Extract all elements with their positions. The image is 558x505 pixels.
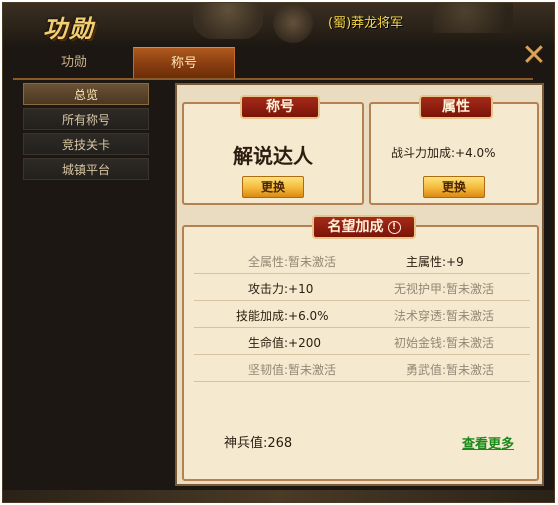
stat-value: 暂未激活 <box>446 363 495 377</box>
prestige-row: 生命值: +200 初始金钱: 暂未激活 <box>194 328 530 355</box>
window-title: 功勋 <box>43 15 95 43</box>
divine-weapon-value: 神兵值:268 <box>224 436 293 451</box>
attribute-card: 属性 战斗力加成:+4.0% 更换 <box>369 95 539 205</box>
sidebar: 总览 所有称号 竞技关卡 城镇平台 <box>23 83 149 183</box>
sidebar-item-town[interactable]: 城镇平台 <box>23 158 149 180</box>
tab-bar: 功勋 称号 <box>13 47 533 79</box>
see-more-link[interactable]: 查看更多 <box>462 433 514 452</box>
stat-left: 生命值: +200 <box>194 334 362 351</box>
stat-right: 法术穿透: 暂未激活 <box>362 307 530 324</box>
player-title-label: (蜀)莽龙将军 <box>328 16 404 31</box>
attribute-bonus-text: 战斗力加成:+4.0% <box>391 146 496 160</box>
change-attribute-button[interactable]: 更换 <box>423 176 485 198</box>
banner-decoration <box>273 3 313 43</box>
prestige-row: 全属性: 暂未激活 主属性: +9 <box>194 247 530 274</box>
stat-value: +9 <box>446 255 464 269</box>
stat-label: 勇武值 <box>405 363 442 377</box>
prestige-row: 技能加成: +6.0% 法术穿透: 暂未激活 <box>194 301 530 328</box>
stat-left: 技能加成: +6.0% <box>194 307 362 324</box>
tab-divider <box>13 78 533 80</box>
stat-right: 勇武值: 暂未激活 <box>362 361 530 378</box>
stat-right: 无视护甲: 暂未激活 <box>362 280 530 297</box>
stat-label: 初始金钱 <box>393 336 442 350</box>
prestige-row: 坚韧值: 暂未激活 勇武值: 暂未激活 <box>194 355 530 382</box>
stat-right: 初始金钱: 暂未激活 <box>362 334 530 351</box>
stat-value: +10 <box>288 282 314 296</box>
stat-value: 暂未激活 <box>288 255 337 269</box>
stat-value: 暂未激活 <box>288 363 337 377</box>
stat-label: 法术穿透 <box>393 309 442 323</box>
content-panel: 称号 解说达人 更换 属性 战斗力加成:+4.0% 更换 名望加成! 全属性: … <box>175 83 544 486</box>
sidebar-item-arena[interactable]: 竞技关卡 <box>23 133 149 155</box>
stat-label: 坚韧值 <box>247 363 284 377</box>
sidebar-item-overview[interactable]: 总览 <box>23 83 149 105</box>
stat-value: +6.0% <box>288 309 329 323</box>
stat-label: 全属性 <box>247 255 284 269</box>
banner-decoration <box>433 3 513 33</box>
stat-left: 全属性: 暂未激活 <box>194 253 362 270</box>
stat-label: 生命值 <box>247 336 284 350</box>
stat-left: 坚韧值: 暂未激活 <box>194 361 362 378</box>
prestige-row: 攻击力: +10 无视护甲: 暂未激活 <box>194 274 530 301</box>
info-icon[interactable]: ! <box>387 220 401 234</box>
stat-label: 攻击力 <box>247 282 284 296</box>
title-card-header: 称号 <box>240 95 320 119</box>
stat-right: 主属性: +9 <box>362 253 530 270</box>
stat-label: 无视护甲 <box>393 282 442 296</box>
stat-label: 主属性 <box>405 255 442 269</box>
stat-value: 暂未激活 <box>446 336 495 350</box>
tab-merit[interactable]: 功勋 <box>23 47 125 79</box>
achievement-window: 功勋 (蜀)莽龙将军 ✕ 功勋 称号 总览 所有称号 竞技关卡 城镇平台 称号 … <box>2 2 555 503</box>
banner-decoration <box>193 3 263 39</box>
prestige-card-header: 名望加成! <box>312 215 416 239</box>
sidebar-item-all-titles[interactable]: 所有称号 <box>23 108 149 130</box>
prestige-header-label: 名望加成 <box>327 219 384 235</box>
tab-title[interactable]: 称号 <box>133 47 235 79</box>
stat-value: 暂未激活 <box>446 282 495 296</box>
change-title-button[interactable]: 更换 <box>242 176 304 198</box>
window-footer-decoration <box>3 490 554 502</box>
stat-label: 技能加成 <box>235 309 284 323</box>
stat-value: 暂未激活 <box>446 309 495 323</box>
stat-value: +200 <box>288 336 322 350</box>
title-card: 称号 解说达人 更换 <box>182 95 364 205</box>
stat-left: 攻击力: +10 <box>194 280 362 297</box>
current-title-name: 解说达人 <box>233 144 313 168</box>
prestige-card: 名望加成! 全属性: 暂未激活 主属性: +9 攻击力: +10 无视护甲: 暂未激活… <box>182 215 539 481</box>
attribute-card-header: 属性 <box>419 95 493 119</box>
